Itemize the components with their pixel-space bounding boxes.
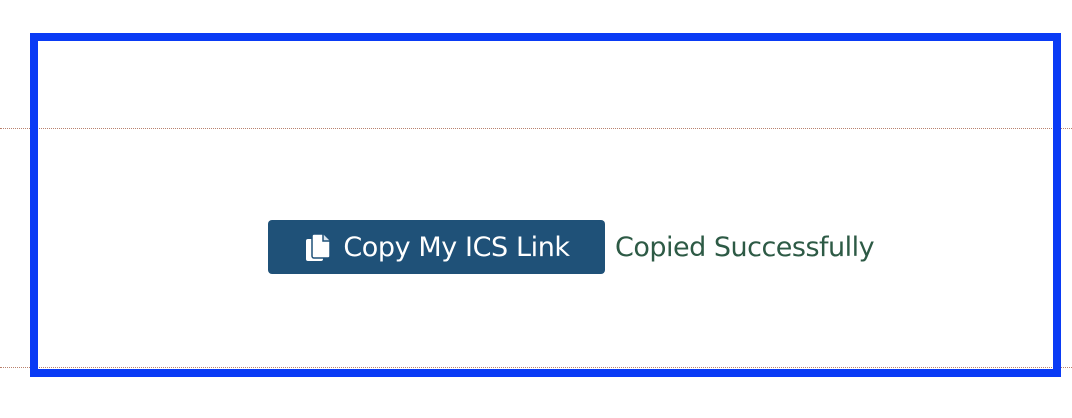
copy-status-message: Copied Successfully (615, 231, 875, 263)
copy-button-label: Copy My ICS Link (343, 231, 570, 263)
highlight-frame (30, 33, 1061, 377)
copy-link-row: Copy My ICS Link Copied Successfully (268, 220, 875, 274)
copy-icon (303, 231, 333, 263)
copy-ics-link-button[interactable]: Copy My ICS Link (268, 220, 605, 274)
